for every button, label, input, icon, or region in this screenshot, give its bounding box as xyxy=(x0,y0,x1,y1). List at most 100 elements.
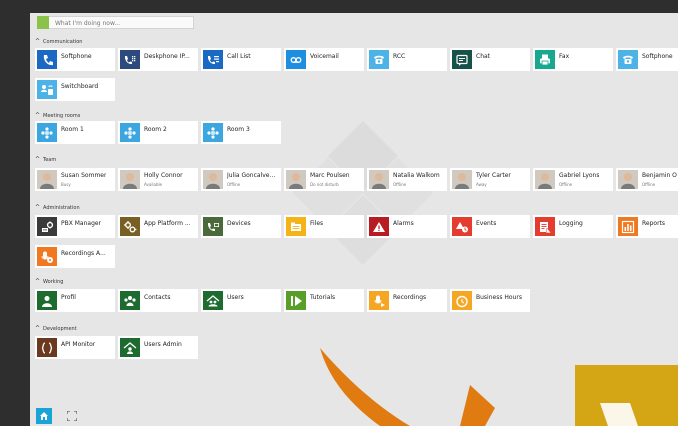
app-tile-deskphone-ip[interactable]: Deskphone IP... xyxy=(118,48,198,71)
app-tile-fax[interactable]: Fax xyxy=(533,48,613,71)
avatar xyxy=(203,170,223,189)
chat-icon xyxy=(452,50,472,69)
avatar xyxy=(37,170,57,189)
app-tile-rcc[interactable]: RCC xyxy=(367,48,447,71)
app-tile-api-monitor[interactable]: API Monitor xyxy=(35,336,115,359)
app-tile-users-admin[interactable]: Users Admin xyxy=(118,336,198,359)
app-tile-pbx-manager[interactable]: PBX Manager xyxy=(35,215,115,238)
reports-icon xyxy=(618,217,638,236)
app-tile-softphone[interactable]: Softphone xyxy=(616,48,678,71)
team-member-tile[interactable]: Holly Connor Available xyxy=(118,168,198,191)
team-member-name: Holly Connor xyxy=(144,172,183,179)
section-header-development[interactable]: ^ Development xyxy=(35,324,77,333)
presence-status: Offline xyxy=(559,182,573,187)
deskphone-icon xyxy=(120,50,140,69)
app-tile-devices[interactable]: Devices xyxy=(201,215,281,238)
app-tile-label: Devices xyxy=(227,220,251,227)
files-icon xyxy=(286,217,306,236)
section-header-administration[interactable]: ^ Administration xyxy=(35,203,80,212)
chevron-up-icon: ^ xyxy=(35,204,41,211)
app-tile-room-2[interactable]: Room 2 xyxy=(118,121,198,144)
app-tile-tutorials[interactable]: Tutorials xyxy=(284,289,364,312)
team-member-tile[interactable]: Susan Sommer Busy xyxy=(35,168,115,191)
app-tile-label: Contacts xyxy=(144,294,171,301)
fax-icon xyxy=(535,50,555,69)
avatar xyxy=(452,170,472,189)
section-header-working[interactable]: ^ Working xyxy=(35,277,63,286)
chevron-up-icon: ^ xyxy=(35,112,41,119)
app-tile-label: Switchboard xyxy=(61,83,99,90)
home-icon xyxy=(40,412,48,420)
recordings-icon xyxy=(369,291,389,310)
chevron-up-icon: ^ xyxy=(35,38,41,45)
app-tile-logging[interactable]: Logging xyxy=(533,215,613,238)
app-tile-label: Deskphone IP... xyxy=(144,53,190,60)
team-member-name: Susan Sommer xyxy=(61,172,107,179)
app-tile-business-hours[interactable]: Business Hours xyxy=(450,289,530,312)
avatar xyxy=(369,170,389,189)
app-tile-label: PBX Manager xyxy=(61,220,102,227)
app-tile-users[interactable]: Users xyxy=(201,289,281,312)
app-tile-recordings[interactable]: Recordings xyxy=(367,289,447,312)
fullscreen-icon[interactable] xyxy=(67,411,77,421)
app-tile-reports[interactable]: Reports xyxy=(616,215,678,238)
chevron-up-icon: ^ xyxy=(35,156,41,163)
section-header-team[interactable]: ^ Team xyxy=(35,155,56,164)
app-tile-room-3[interactable]: Room 3 xyxy=(201,121,281,144)
team-member-tile[interactable]: Marc Poulsen Do not disturb xyxy=(284,168,364,191)
app-tile-recordings-a[interactable]: Recordings A... xyxy=(35,245,115,268)
app-tile-label: Room 1 xyxy=(61,126,84,133)
app-tile-softphone[interactable]: Softphone xyxy=(35,48,115,71)
app-tile-chat[interactable]: Chat xyxy=(450,48,530,71)
chevron-up-icon: ^ xyxy=(35,325,41,332)
room-icon xyxy=(37,123,57,142)
status-input[interactable] xyxy=(55,18,191,28)
app-tile-label: API Monitor xyxy=(61,341,96,348)
app-tile-files[interactable]: Files xyxy=(284,215,364,238)
app-tile-alarms[interactable]: Alarms xyxy=(367,215,447,238)
app-tile-switchboard[interactable]: Switchboard xyxy=(35,78,115,101)
app-tile-voicemail[interactable]: Voicemail xyxy=(284,48,364,71)
events-icon xyxy=(452,217,472,236)
avatar xyxy=(286,170,306,189)
team-member-tile[interactable]: Natalia Walkom Offline xyxy=(367,168,447,191)
presence-indicator[interactable] xyxy=(37,16,49,29)
team-member-name: Marc Poulsen xyxy=(310,172,350,179)
business-hours-icon xyxy=(452,291,472,310)
presence-status: Offline xyxy=(642,182,656,187)
team-member-tile[interactable]: Julia Goncalve... Offline xyxy=(201,168,281,191)
app-tile-app-platform[interactable]: App Platform ... xyxy=(118,215,198,238)
app-tile-label: Users xyxy=(227,294,244,301)
profile-icon xyxy=(37,291,57,310)
gears-icon xyxy=(120,217,140,236)
desk-telephone-icon xyxy=(618,50,638,69)
app-tile-contacts[interactable]: Contacts xyxy=(118,289,198,312)
app-tile-call-list[interactable]: Call List xyxy=(201,48,281,71)
section-header-meeting-rooms[interactable]: ^ Meeting rooms xyxy=(35,111,80,120)
home-button[interactable] xyxy=(36,408,52,424)
team-member-tile[interactable]: Gabriel Lyons Offline xyxy=(533,168,613,191)
presence-status: Available xyxy=(144,182,163,187)
app-tile-label: Recordings xyxy=(393,294,427,301)
devices-icon xyxy=(203,217,223,236)
team-member-tile[interactable]: Tyler Carter Away xyxy=(450,168,530,191)
app-tile-label: Alarms xyxy=(393,220,414,227)
app-tile-label: App Platform ... xyxy=(144,220,191,227)
app-tile-room-1[interactable]: Room 1 xyxy=(35,121,115,144)
team-member-tile[interactable]: Benjamin O Offline xyxy=(616,168,678,191)
recordings-admin-icon xyxy=(37,247,57,266)
section-header-communication[interactable]: ^ Communication xyxy=(35,37,82,46)
app-tile-profil[interactable]: Profil xyxy=(35,289,115,312)
pbx-manager-icon xyxy=(37,217,57,236)
app-tile-label: Fax xyxy=(559,53,570,60)
team-member-name: Tyler Carter xyxy=(476,172,511,179)
status-bar[interactable] xyxy=(37,16,194,29)
app-tile-events[interactable]: Events xyxy=(450,215,530,238)
app-tile-label: Recordings A... xyxy=(61,250,106,257)
call-list-icon xyxy=(203,50,223,69)
section-label: Meeting rooms xyxy=(43,112,81,119)
users-admin-icon xyxy=(120,338,140,357)
avatar xyxy=(535,170,555,189)
app-tile-label: Softphone xyxy=(61,53,92,60)
app-panel: ^Communication ^Meeting rooms ^Team ^Adm… xyxy=(30,13,678,426)
